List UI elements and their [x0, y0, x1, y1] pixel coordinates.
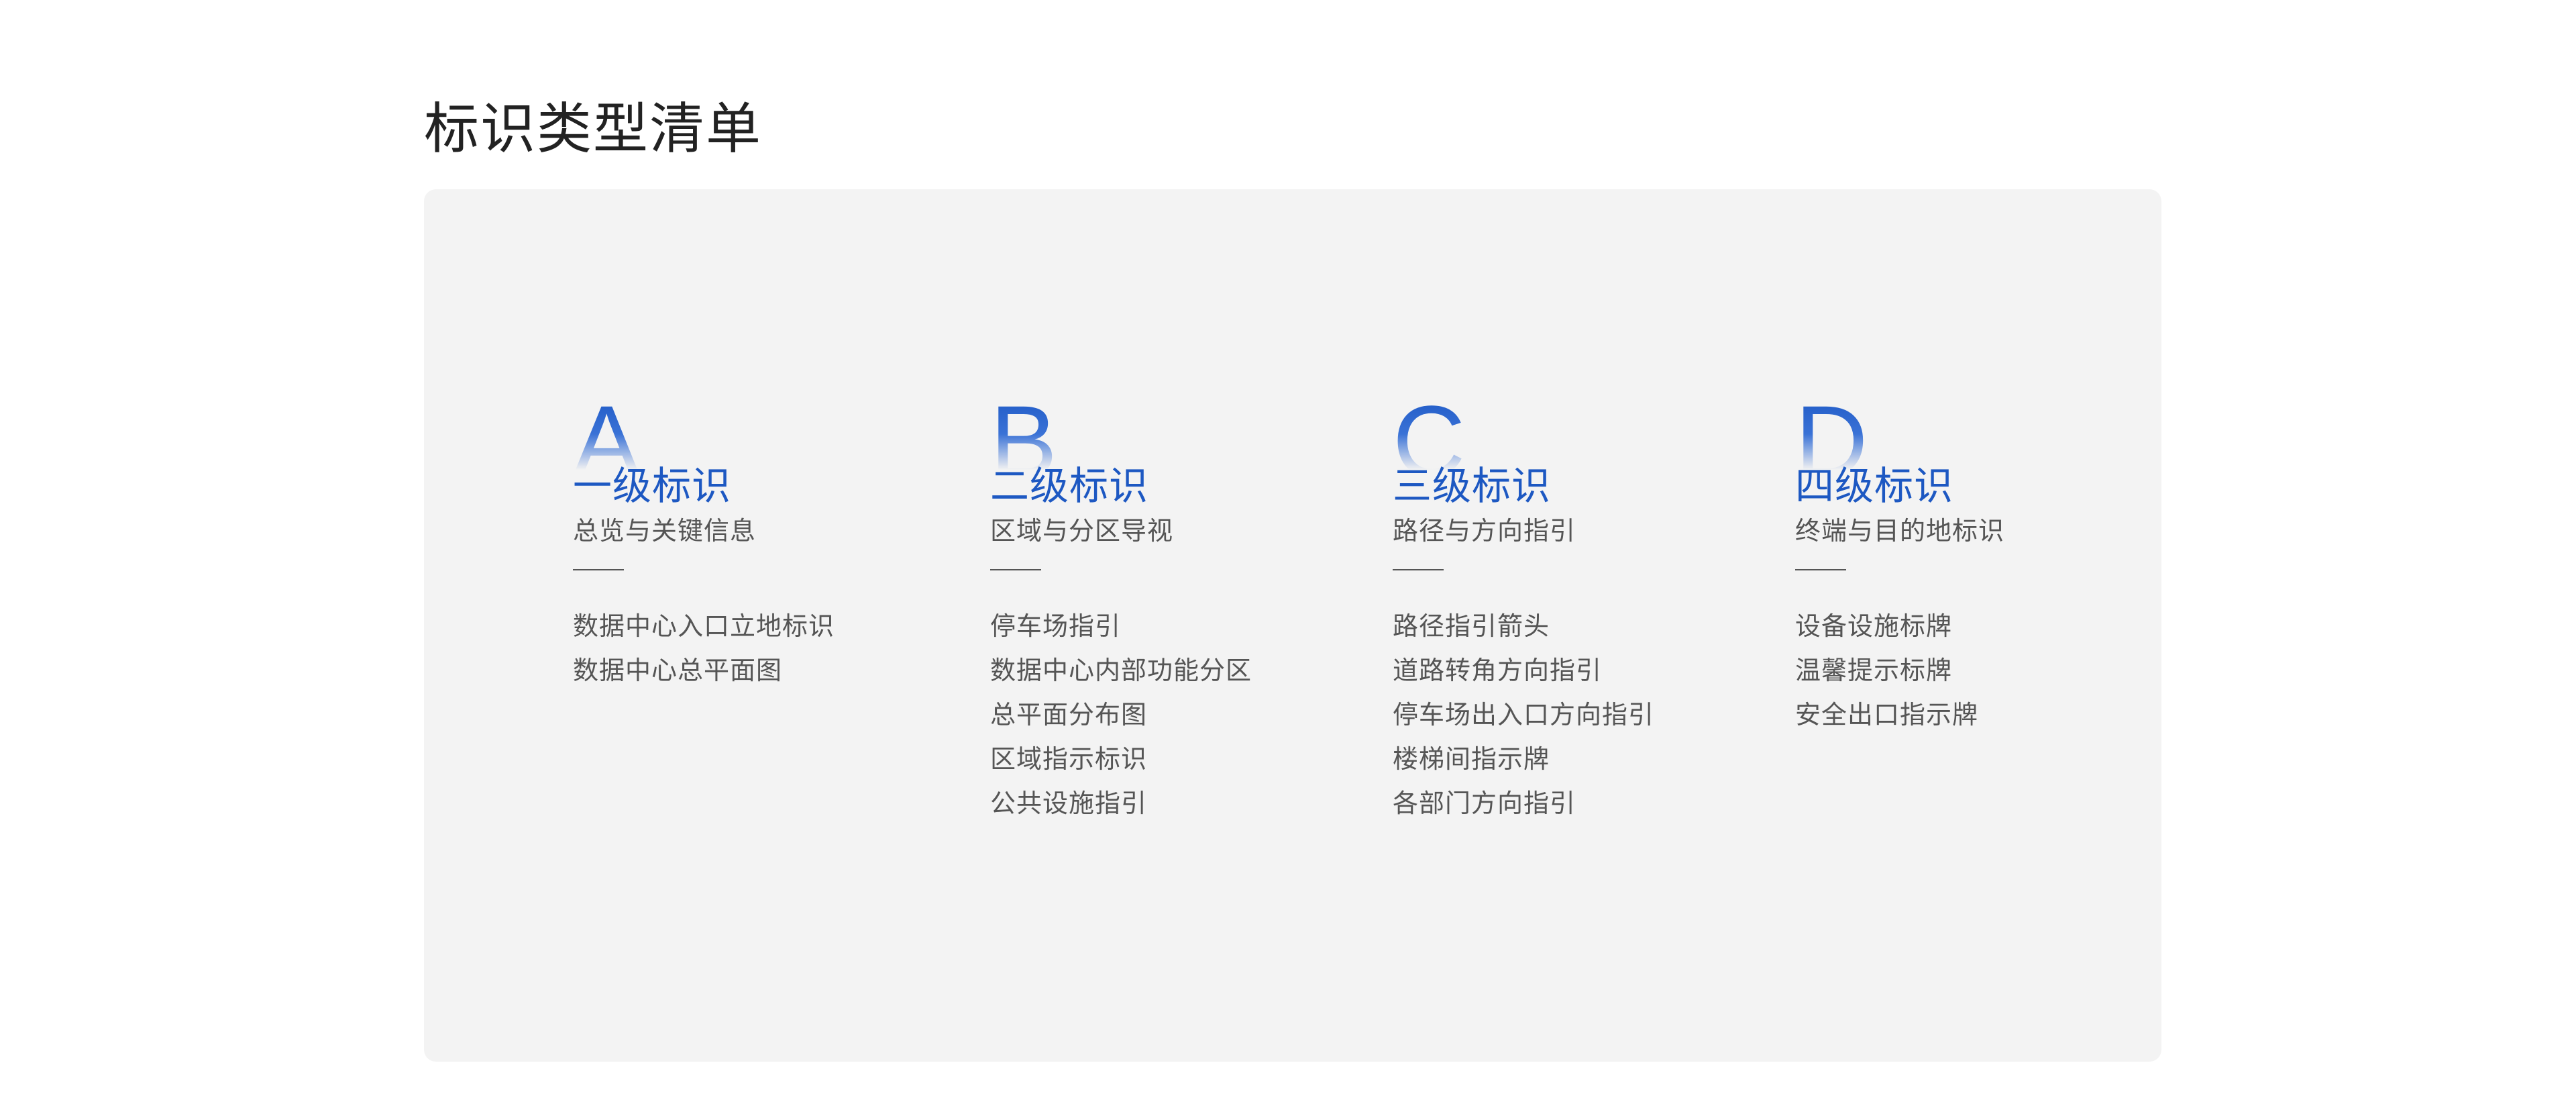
page: 标识类型清单 A 一级标识 总览与关键信息 数据中心入口立地标识 数据中心总平面…	[0, 0, 2576, 1110]
category-column-d: D 四级标识 终端与目的地标识 设备设施标牌 温馨提示标牌 安全出口指示牌	[1795, 391, 2171, 737]
list-item: 数据中心入口立地标识	[573, 611, 835, 641]
list-item: 道路转角方向指引	[1393, 656, 1603, 685]
list-item: 停车场指引	[990, 611, 1122, 641]
sign-type-panel: A 一级标识 总览与关键信息 数据中心入口立地标识 数据中心总平面图 B 二级标…	[424, 189, 2161, 1062]
list-item: 各部门方向指引	[1393, 789, 1576, 818]
list-item: 安全出口指示牌	[1795, 700, 1979, 729]
page-title: 标识类型清单	[424, 97, 763, 161]
item-list: 设备设施标牌 温馨提示标牌 安全出口指示牌	[1795, 604, 2171, 737]
category-column-a: A 一级标识 总览与关键信息 数据中心入口立地标识 数据中心总平面图	[573, 391, 949, 693]
category-letter: A	[573, 391, 949, 470]
list-item: 停车场出入口方向指引	[1393, 700, 1655, 729]
divider	[1393, 569, 1444, 570]
list-item: 总平面分布图	[990, 700, 1148, 729]
category-subtitle: 总览与关键信息	[573, 516, 757, 546]
divider	[1795, 569, 1846, 570]
divider	[990, 569, 1041, 570]
divider	[573, 569, 624, 570]
item-list: 路径指引箭头 道路转角方向指引 停车场出入口方向指引 楼梯间指示牌 各部门方向指…	[1393, 604, 1768, 825]
list-item: 公共设施指引	[990, 789, 1148, 818]
category-title: 二级标识	[990, 463, 1149, 509]
category-subtitle: 区域与分区导视	[990, 516, 1174, 546]
item-list: 数据中心入口立地标识 数据中心总平面图	[573, 604, 949, 693]
category-column-c: C 三级标识 路径与方向指引 路径指引箭头 道路转角方向指引 停车场出入口方向指…	[1393, 391, 1768, 825]
list-item: 楼梯间指示牌	[1393, 744, 1550, 774]
category-title: 三级标识	[1393, 463, 1552, 509]
list-item: 温馨提示标牌	[1795, 656, 1953, 685]
category-letter: D	[1795, 391, 2171, 470]
list-item: 区域指示标识	[990, 744, 1148, 774]
list-item: 路径指引箭头	[1393, 611, 1550, 641]
list-item: 设备设施标牌	[1795, 611, 1953, 641]
category-letter: B	[990, 391, 1366, 470]
category-subtitle: 路径与方向指引	[1393, 516, 1576, 546]
category-letter: C	[1393, 391, 1768, 470]
category-title: 四级标识	[1795, 463, 1954, 509]
category-title: 一级标识	[573, 463, 732, 509]
item-list: 停车场指引 数据中心内部功能分区 总平面分布图 区域指示标识 公共设施指引	[990, 604, 1366, 825]
list-item: 数据中心总平面图	[573, 656, 783, 685]
list-item: 数据中心内部功能分区	[990, 656, 1252, 685]
category-subtitle: 终端与目的地标识	[1795, 516, 2005, 546]
category-column-b: B 二级标识 区域与分区导视 停车场指引 数据中心内部功能分区 总平面分布图 区…	[990, 391, 1366, 825]
